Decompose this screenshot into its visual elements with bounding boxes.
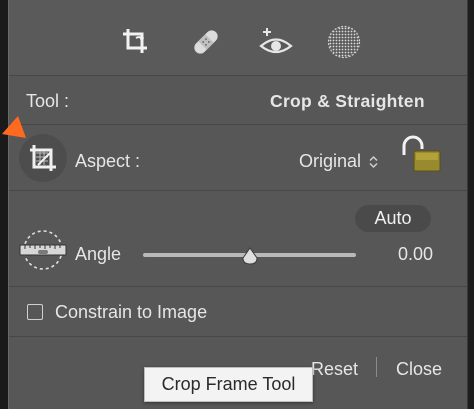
crop-panel: Tool : Crop & Straighten Aspect : Origin…: [8, 0, 468, 409]
level-ruler-icon: [19, 230, 67, 270]
divider: [9, 190, 467, 191]
updown-chevron-icon: [369, 155, 378, 168]
slider-thumb-icon: [241, 247, 258, 265]
constrain-label[interactable]: Constrain to Image: [55, 302, 207, 323]
constrain-checkbox[interactable]: [27, 304, 43, 320]
aspect-value: Original: [299, 151, 362, 171]
close-button[interactable]: Close: [396, 359, 442, 380]
divider: [9, 336, 467, 337]
aspect-lock-button[interactable]: [399, 133, 443, 175]
auto-straighten-button[interactable]: Auto: [355, 205, 431, 232]
healing-bandage-icon: [194, 30, 218, 54]
healing-tool-button[interactable]: [184, 20, 228, 64]
tool-label: Tool :: [26, 91, 70, 111]
masking-tool-button[interactable]: [322, 20, 366, 64]
pointer-arrow-icon: [2, 116, 26, 138]
angle-label: Angle: [75, 244, 122, 264]
angle-value[interactable]: 0.00: [398, 244, 433, 265]
unlocked-padlock-icon: [402, 135, 441, 172]
tool-name: Crop & Straighten: [270, 91, 425, 111]
divider: [9, 286, 467, 287]
crop-frame-tool-button[interactable]: [19, 134, 67, 182]
left-edge: [0, 0, 8, 409]
reset-button[interactable]: Reset: [311, 359, 358, 380]
red-eye-icon: [259, 28, 293, 54]
aspect-label: Aspect :: [75, 151, 141, 171]
masking-circle-icon: [327, 25, 361, 59]
crop-icon: [123, 29, 147, 53]
divider: [9, 124, 467, 125]
red-eye-tool-button[interactable]: [254, 20, 298, 64]
aspect-dropdown[interactable]: Original: [299, 151, 378, 172]
tooltip: Crop Frame Tool: [144, 367, 313, 402]
tooltip-text: Crop Frame Tool: [161, 374, 296, 394]
angle-slider-thumb[interactable]: [241, 247, 259, 265]
crop-tool-button[interactable]: [114, 20, 158, 64]
straighten-tool-button[interactable]: [17, 228, 69, 272]
crop-frame-icon: [30, 145, 56, 171]
tool-strip: [9, 0, 467, 75]
divider: [9, 75, 467, 76]
footer-divider: [376, 357, 377, 377]
